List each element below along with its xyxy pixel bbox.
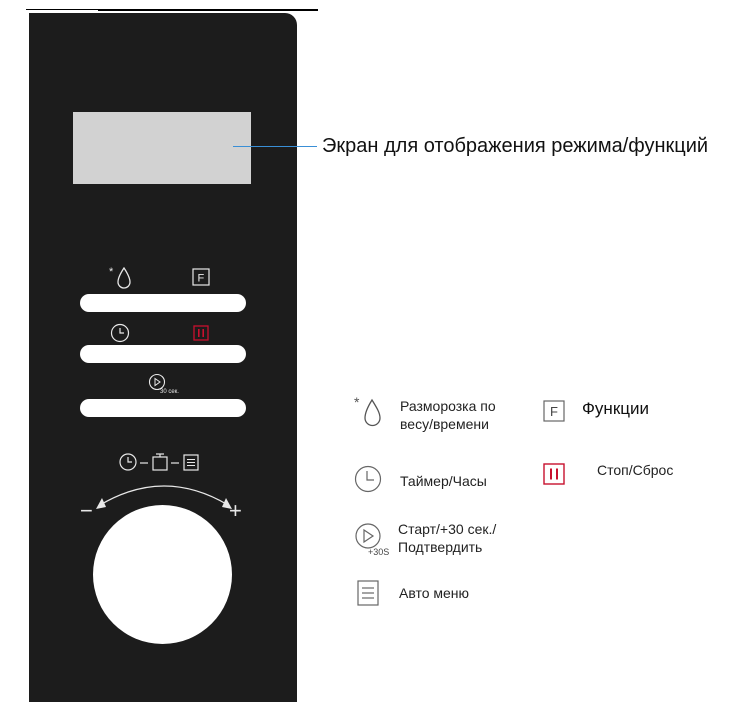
svg-text:*: * [109,266,114,278]
top-rule-2 [98,10,318,11]
legend-timer-label: Таймер/Часы [400,473,487,489]
start-30sec-label: 30 сек. [160,389,179,395]
legend-defrost-icon: * [354,394,381,427]
start-30sec-icon: 30 сек. [148,373,179,395]
pill-button-3[interactable] [80,399,246,417]
control-knob[interactable] [93,505,232,644]
legend-stop-label: Стоп/Сброс [597,462,674,478]
functions-f-icon: F [192,268,210,286]
pill-button-2[interactable] [80,345,246,363]
defrost-icon: * [109,266,131,289]
screen-label: Экран для отображения режима/функций [322,135,709,157]
stop-icon [193,325,209,341]
legend-functions-label: Функции [582,399,649,418]
display-screen [73,112,251,184]
minus-sign: − [80,498,93,523]
functions-f-letter: F [198,273,205,285]
legend-start-icon-text: +30S [368,547,389,557]
legend-stop-icon [543,463,565,485]
legend-auto-menu-label: Авто меню [399,585,470,601]
timer-icon [110,323,130,343]
legend-start-label: Старт/+30 сек./ Подтвердить [398,521,497,555]
svg-text:*: * [354,394,360,410]
legend-f-letter: F [550,404,558,419]
legend-timer-icon [354,465,382,493]
legend-defrost-label: Разморозка по весу/времени [400,398,496,432]
legend-start-icon: +30S [355,523,389,557]
legend-functions-icon: F [543,400,565,422]
plus-sign: + [229,498,242,523]
screen-leader-line [233,146,317,147]
pill-button-1[interactable] [80,294,246,312]
knob-mode-icons [119,453,199,471]
legend-auto-menu-icon [357,580,379,606]
